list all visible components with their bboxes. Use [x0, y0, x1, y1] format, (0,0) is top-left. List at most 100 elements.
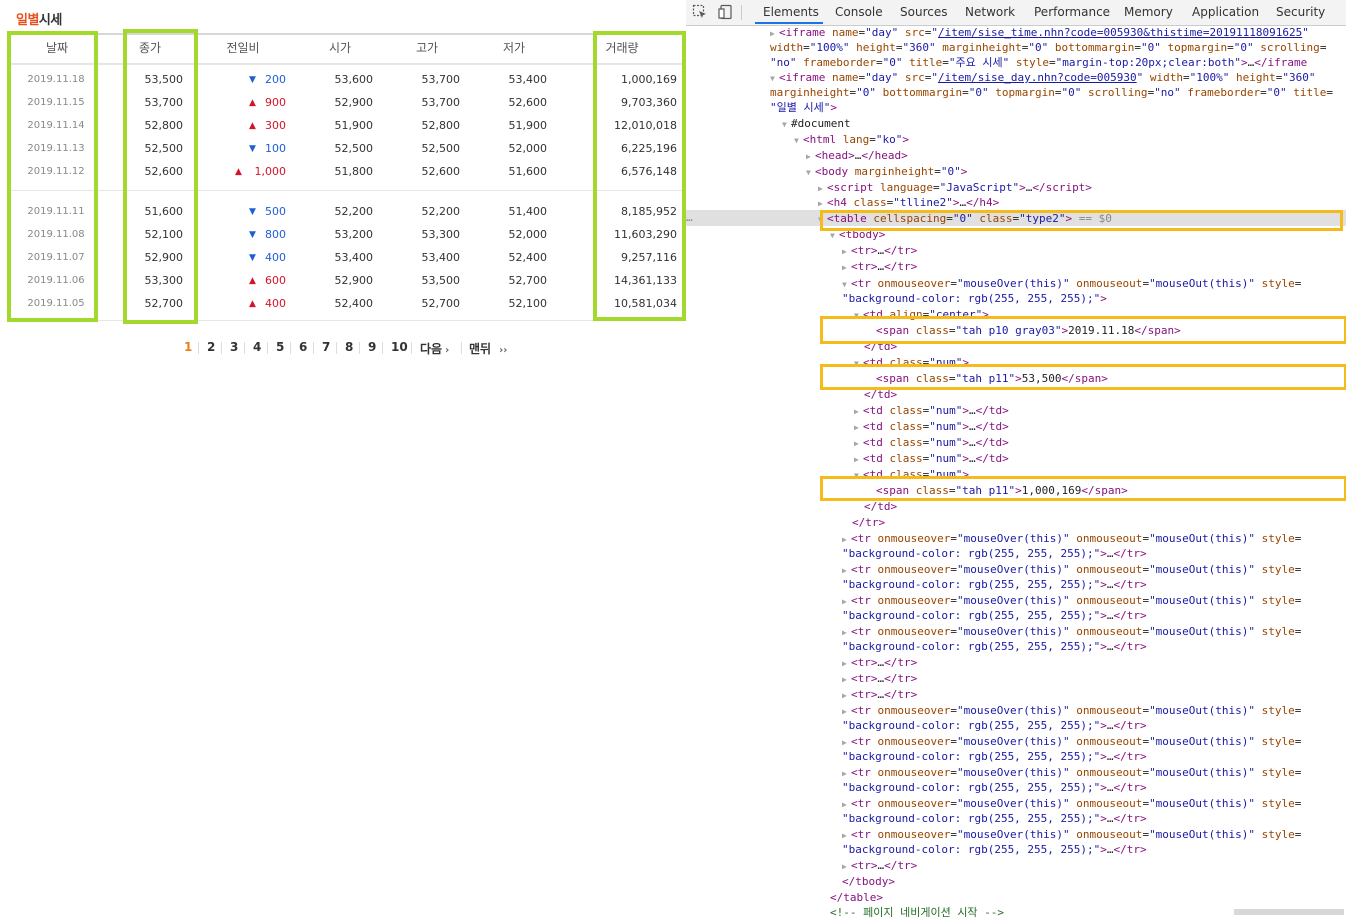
dom-line[interactable]: ▶ <tr>…</tr>: [842, 687, 917, 702]
tab-network[interactable]: Network: [965, 5, 1015, 19]
node-actions-dots[interactable]: …: [686, 211, 693, 224]
dom-line[interactable]: ▶ <tr>…</tr>: [842, 671, 917, 686]
highlight-box-close-span: [820, 364, 1346, 390]
dom-line[interactable]: ▼ <html lang="ko">: [794, 132, 909, 147]
tab-application[interactable]: Application: [1192, 5, 1259, 19]
table-header-cell: 시가: [328, 41, 352, 55]
dom-line[interactable]: "background-color: rgb(255, 255, 255);">…: [842, 608, 1147, 623]
low-cell: 53,400: [508, 73, 548, 86]
next-arrow-icon: ›: [445, 345, 450, 356]
page-link[interactable]: 4: [253, 340, 261, 354]
open-cell: 52,900: [334, 274, 374, 287]
page-link[interactable]: 3: [230, 340, 238, 354]
dom-line[interactable]: "일별 시세">: [770, 100, 837, 115]
horizontal-scrollbar[interactable]: [1234, 909, 1344, 915]
dom-line[interactable]: ▶ <tr onmouseover="mouseOver(this)" onmou…: [842, 734, 1301, 749]
page-link[interactable]: 10: [391, 340, 408, 354]
page-link[interactable]: 1: [184, 340, 192, 354]
dom-line[interactable]: ▶ <tr onmouseover="mouseOver(this)" onmou…: [842, 593, 1301, 608]
dom-line[interactable]: ▶ <td class="num">…</td>: [854, 435, 1009, 450]
tab-console[interactable]: Console: [835, 5, 883, 19]
dom-line[interactable]: "background-color: rgb(255, 255, 255);">…: [842, 842, 1147, 857]
tab-elements[interactable]: Elements: [763, 5, 819, 19]
highlight-box-date-span: [820, 316, 1346, 344]
dom-line[interactable]: ▶ <iframe name="day" src="/item/sise_time…: [770, 25, 1309, 40]
device-toolbar-icon[interactable]: [718, 4, 734, 20]
highlight-box-close-column: [123, 29, 198, 324]
dom-line[interactable]: marginheight="0" bottommargin="0" topmar…: [770, 85, 1333, 100]
dom-line[interactable]: ▶ <tr onmouseover="mouseOver(this)" onmou…: [842, 562, 1301, 577]
page-separator: [382, 342, 383, 354]
dom-line[interactable]: ▶ <tr onmouseover="mouseOver(this)" onmou…: [842, 624, 1301, 639]
page-link[interactable]: 7: [322, 340, 330, 354]
pagination: 1 2 3 4 5 6 7 8 9 10 다음 › 맨뒤 ››: [0, 340, 690, 358]
last-page-link[interactable]: 맨뒤 ››: [469, 340, 507, 357]
dom-line[interactable]: ▶ <tr>…</tr>: [842, 259, 917, 274]
dom-line[interactable]: ▼ #document: [782, 116, 851, 131]
dom-line[interactable]: "background-color: rgb(255, 255, 255);">…: [842, 639, 1147, 654]
page-separator: [244, 342, 245, 354]
dom-line[interactable]: ▶ <h4 class="tlline2">…</h4>: [818, 195, 999, 210]
dom-line[interactable]: "no" frameborder="0" title="주요 시세" style…: [770, 55, 1307, 70]
open-cell: 51,900: [334, 119, 374, 132]
open-cell: 53,600: [334, 73, 374, 86]
table-header-cell: 전일비: [226, 41, 260, 55]
dom-line[interactable]: "background-color: rgb(255, 255, 255);">…: [842, 749, 1147, 764]
page-separator: [359, 342, 360, 354]
dom-line[interactable]: "background-color: rgb(255, 255, 255);">…: [842, 811, 1147, 826]
dom-line[interactable]: ▶ <tr>…</tr>: [842, 243, 917, 258]
dom-line[interactable]: ▶ <head>…</head>: [806, 148, 908, 163]
stock-page: 일별시세 날짜 종가 전일비 시가 고가 저가 거래량 2019.11.18 53,500 ▼ 20…: [0, 0, 690, 917]
open-cell: 52,400: [334, 297, 374, 310]
table-header-cell: 저가: [502, 41, 526, 55]
dom-line[interactable]: ▶ <tr>…</tr>: [842, 858, 917, 873]
change-cell: 400: [265, 297, 286, 310]
dom-line[interactable]: "background-color: rgb(255, 255, 255);">…: [842, 546, 1147, 561]
devtools-panel: Elements Console Sources Network Performance…: [686, 0, 1346, 917]
dom-line[interactable]: "background-color: rgb(255, 255, 255);">…: [842, 718, 1147, 733]
dom-line[interactable]: </td>: [864, 499, 897, 514]
dom-line[interactable]: ▶ <tr onmouseover="mouseOver(this)" onmou…: [842, 703, 1301, 718]
dom-line[interactable]: <!-- 페이지 네비게이션 시작 -->: [830, 905, 1004, 917]
next-page-link[interactable]: 다음 ›: [420, 340, 449, 357]
devtools-tabbar: Elements Console Sources Network Performance…: [686, 0, 1346, 26]
dom-line[interactable]: ▶ <td class="num">…</td>: [854, 419, 1009, 434]
page-link[interactable]: 9: [368, 340, 376, 354]
dom-line[interactable]: ▶ <tr onmouseover="mouseOver(this)" onmou…: [842, 827, 1301, 842]
dom-line[interactable]: width="100%" height="360" marginheight="…: [770, 40, 1326, 55]
dom-line[interactable]: ▼ <body marginheight="0">: [806, 164, 967, 179]
tab-memory[interactable]: Memory: [1124, 5, 1173, 19]
page-link[interactable]: 8: [345, 340, 353, 354]
open-cell: 53,400: [334, 251, 374, 264]
page-link[interactable]: 5: [276, 340, 284, 354]
page-link[interactable]: 6: [299, 340, 307, 354]
low-cell: 52,000: [508, 228, 548, 241]
dom-line[interactable]: "background-color: rgb(255, 255, 255);">…: [842, 780, 1147, 795]
change-cell: 1,000: [254, 165, 287, 178]
page-link[interactable]: 2: [207, 340, 215, 354]
dom-line[interactable]: ▼ <iframe name="day" src="/item/sise_day.…: [770, 70, 1316, 85]
dom-line[interactable]: ▼ <tr onmouseover="mouseOver(this)" onmou…: [842, 276, 1301, 291]
tab-security[interactable]: Security: [1276, 5, 1325, 19]
open-cell: 52,500: [334, 142, 374, 155]
dom-line[interactable]: "background-color: rgb(255, 255, 255);">…: [842, 577, 1147, 592]
tab-sources[interactable]: Sources: [900, 5, 947, 19]
dom-line[interactable]: </table>: [830, 890, 883, 905]
dom-line[interactable]: ▶ <tr onmouseover="mouseOver(this)" onmou…: [842, 765, 1301, 780]
dom-line[interactable]: </tbody>: [842, 874, 895, 889]
toolbar-divider: [741, 5, 742, 20]
tab-performance[interactable]: Performance: [1034, 5, 1110, 19]
dom-line[interactable]: </tr>: [852, 515, 885, 530]
change-cell: 500: [265, 205, 286, 218]
page-separator: [267, 342, 268, 354]
high-cell: 52,700: [421, 297, 461, 310]
inspect-element-icon[interactable]: [692, 4, 708, 20]
dom-line[interactable]: ▶ <tr onmouseover="mouseOver(this)" onmou…: [842, 796, 1301, 811]
dom-line[interactable]: ▶ <td class="num">…</td>: [854, 403, 1009, 418]
dom-line[interactable]: ▶ <script language="JavaScript">…</script…: [818, 180, 1092, 195]
dom-line[interactable]: ▶ <td class="num">…</td>: [854, 451, 1009, 466]
dom-line[interactable]: "background-color: rgb(255, 255, 255);">: [842, 291, 1107, 306]
dom-line[interactable]: ▶ <tr onmouseover="mouseOver(this)" onmou…: [842, 531, 1301, 546]
open-cell: 53,200: [334, 228, 374, 241]
dom-line[interactable]: ▶ <tr>…</tr>: [842, 655, 917, 670]
